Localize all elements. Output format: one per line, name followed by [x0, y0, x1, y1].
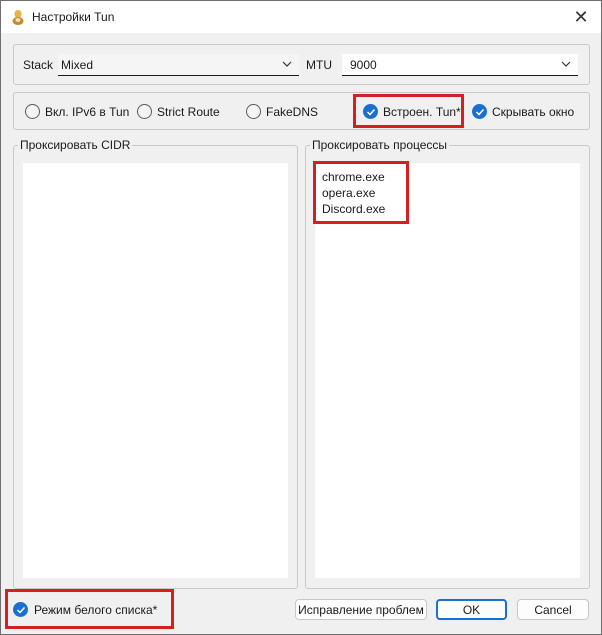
strict-route-label: Strict Route	[157, 105, 220, 119]
whitelist-label: Режим белого списка*	[34, 603, 158, 617]
window-title: Настройки Tun	[32, 10, 115, 24]
chevron-down-icon	[282, 61, 292, 67]
checkmark-icon	[366, 108, 376, 116]
strict-route-checkbox[interactable]	[137, 104, 152, 119]
app-icon	[11, 9, 25, 25]
fakedns-checkbox[interactable]	[246, 104, 261, 119]
mtu-select[interactable]: 9000	[342, 54, 578, 76]
chevron-down-icon	[561, 61, 571, 67]
checkmark-icon	[16, 606, 26, 614]
cidr-group	[13, 145, 298, 589]
cancel-button[interactable]: Cancel	[517, 599, 589, 620]
title-bar[interactable]: Настройки Tun ✕	[1, 1, 601, 33]
ipv6-label: Вкл. IPv6 в Tun	[45, 105, 130, 119]
builtin-tun-checkbox[interactable]	[363, 104, 378, 119]
stack-mtu-group: Stack Mixed MTU 9000	[13, 44, 590, 85]
whitelist-checkbox[interactable]	[13, 602, 28, 617]
cidr-group-title: Проксировать CIDR	[18, 138, 133, 152]
process-list[interactable]: chrome.exe opera.exe Discord.exe	[315, 163, 580, 578]
process-group: chrome.exe opera.exe Discord.exe	[305, 145, 590, 589]
hide-window-checkbox[interactable]	[472, 104, 487, 119]
list-item: chrome.exe	[322, 170, 385, 184]
process-group-title: Проксировать процессы	[310, 138, 450, 152]
tun-settings-window: Настройки Tun ✕ Stack Mixed MTU 9000 Вкл…	[0, 0, 602, 635]
cidr-list[interactable]	[23, 163, 288, 578]
mtu-label: MTU	[306, 58, 332, 72]
close-icon: ✕	[573, 6, 589, 27]
stack-label: Stack	[23, 58, 54, 72]
stack-value: Mixed	[61, 58, 94, 72]
builtin-tun-label: Встроен. Tun*	[383, 105, 461, 119]
close-button[interactable]: ✕	[567, 3, 595, 31]
mtu-value: 9000	[350, 58, 377, 72]
hide-window-label: Скрывать окно	[492, 105, 575, 119]
options-group: Вкл. IPv6 в Tun Strict Route FakeDNS Вст…	[13, 92, 590, 130]
fakedns-label: FakeDNS	[266, 105, 319, 119]
fix-problems-button[interactable]: Исправление проблем	[295, 599, 427, 620]
list-item: Discord.exe	[322, 202, 386, 216]
ok-button[interactable]: OK	[436, 599, 507, 620]
ipv6-checkbox[interactable]	[25, 104, 40, 119]
stack-select[interactable]: Mixed	[58, 54, 299, 76]
list-item: opera.exe	[322, 186, 376, 200]
checkmark-icon	[475, 108, 485, 116]
